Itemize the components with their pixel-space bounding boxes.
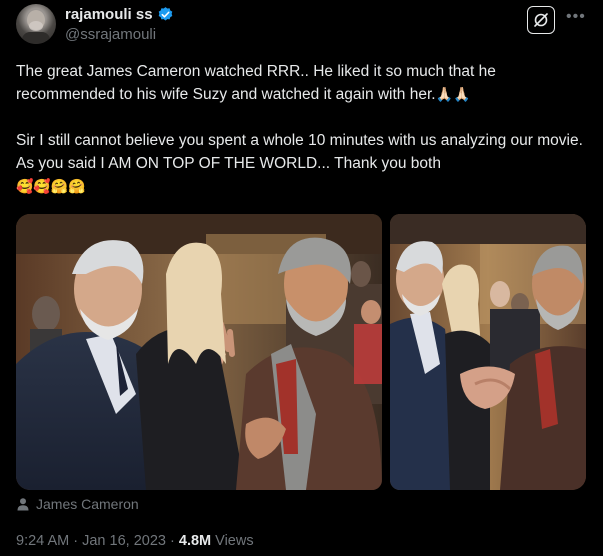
views-label: Views: [215, 533, 254, 549]
photo-2[interactable]: [390, 214, 586, 490]
tweet-time[interactable]: 9:24 AM: [16, 533, 69, 549]
tweet-paragraph-2: Sir I still cannot believe you spent a w…: [16, 129, 586, 198]
more-icon[interactable]: •••: [566, 8, 586, 26]
verified-badge-icon: [158, 7, 172, 21]
photo-1[interactable]: [16, 214, 382, 490]
tweet-media: [16, 214, 586, 490]
author-name[interactable]: rajamouli ss: [65, 6, 174, 23]
author-handle[interactable]: @ssrajamouli: [65, 26, 156, 43]
media-tag[interactable]: James Cameron: [16, 496, 139, 512]
media-tag-label[interactable]: James Cameron: [36, 496, 139, 512]
tweet-paragraph-1: The great James Cameron watched RRR.. He…: [16, 60, 586, 106]
grok-icon: [534, 13, 548, 27]
tweet-line-1: The great James Cameron watched RRR.. He…: [16, 63, 496, 103]
tweet-line-1-emoji: 🙏🏻🙏🏻: [435, 86, 471, 102]
meta-separator: ·: [73, 533, 79, 549]
grok-button[interactable]: [527, 6, 555, 34]
avatar[interactable]: [16, 4, 56, 44]
meta-separator: ·: [170, 533, 175, 549]
views-count: 4.8M: [178, 533, 212, 549]
author-name-text[interactable]: rajamouli ss: [65, 6, 153, 23]
person-icon: [17, 498, 29, 511]
tweet-line-2-emoji: 🥰🥰🤗🤗: [16, 178, 86, 194]
tweet-date[interactable]: Jan 16, 2023: [82, 533, 166, 549]
tweet-text: The great James Cameron watched RRR.. He…: [16, 60, 586, 198]
tweet-meta: 9:24 AM · Jan 16, 2023 · 4.8M Views: [16, 533, 254, 549]
tweet-line-2: Sir I still cannot believe you spent a w…: [16, 132, 583, 172]
